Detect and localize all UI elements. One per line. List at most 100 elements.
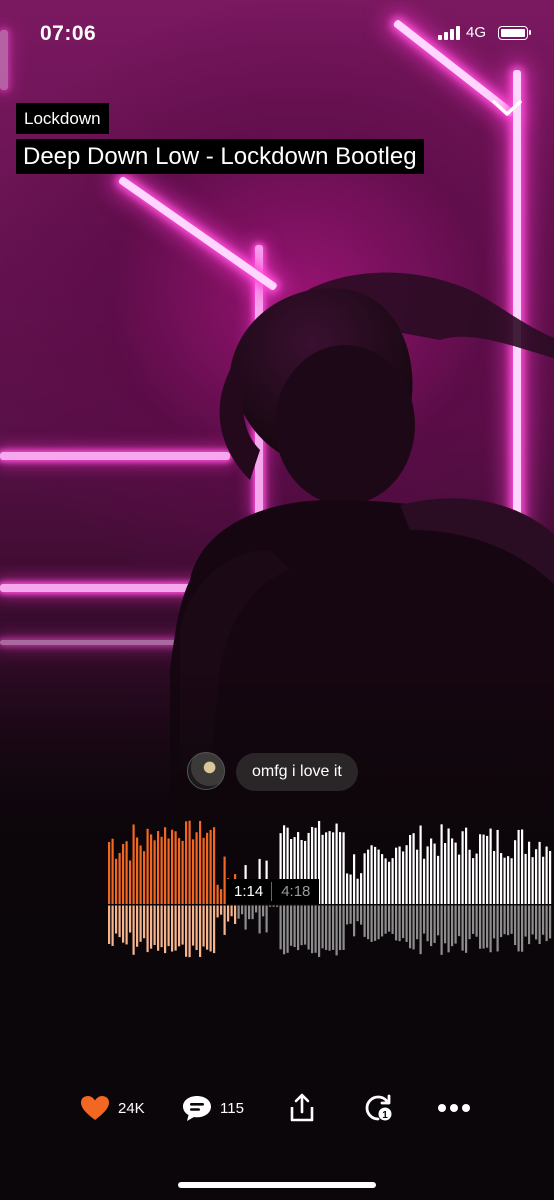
waveform-bar	[367, 849, 370, 904]
waveform-bar	[164, 827, 167, 904]
waveform-reflection-bar	[276, 905, 279, 907]
waveform-bar	[129, 860, 132, 904]
waveform-bar	[199, 820, 202, 904]
waveform-reflection-bar	[444, 905, 447, 944]
waveform-reflection-bar	[391, 905, 394, 934]
waveform-bar	[206, 832, 209, 904]
waveform-bar	[430, 838, 433, 904]
waveform-reflection-bar	[405, 905, 408, 942]
waveform-reflection-bar	[178, 905, 181, 947]
waveform-bar	[356, 878, 359, 904]
waveform-reflection-bar	[132, 905, 135, 955]
waveform-reflection-bar	[185, 905, 188, 957]
waveform-bar	[321, 834, 324, 904]
waveform-reflection-bar	[524, 905, 527, 937]
waveform-reflection-bar	[223, 905, 226, 935]
waveform-reflection-bar	[171, 905, 174, 952]
waveform-reflection-bar	[227, 905, 230, 922]
heart-icon	[81, 1096, 109, 1120]
signal-icon	[438, 26, 460, 40]
waveform-bar	[342, 832, 345, 904]
waveform-bar	[363, 853, 366, 904]
waveform-bar	[444, 843, 447, 904]
waveform-bar	[111, 838, 114, 904]
waveform-bar	[493, 850, 496, 904]
like-button[interactable]: 24K	[80, 1088, 145, 1128]
waveform-bar	[181, 840, 184, 904]
waveform-reflection-bar	[307, 905, 310, 950]
waveform-bar	[220, 889, 223, 904]
waveform-bar	[167, 838, 170, 904]
waveform-bar	[545, 846, 548, 904]
waveform-reflection-bar	[220, 905, 223, 915]
waveform-reflection-bar	[374, 905, 377, 941]
waveform-bar	[381, 854, 384, 904]
chevron-down-icon[interactable]	[490, 96, 524, 120]
waveform-bar	[374, 846, 377, 904]
waveform-reflection-bar	[370, 905, 373, 942]
waveform-reflection-bar	[209, 905, 212, 952]
waveform-bar	[384, 858, 387, 904]
waveform-bar	[510, 858, 513, 904]
waveform-reflection-bar	[346, 905, 349, 925]
comments-button[interactable]: 115	[182, 1088, 244, 1128]
waveform-bar	[461, 831, 464, 904]
comment-count: 115	[220, 1099, 244, 1117]
waveform-bar	[405, 845, 408, 904]
waveform-bar	[524, 853, 527, 904]
more-options-button[interactable]	[437, 1088, 471, 1128]
comment-bubble[interactable]: omfg i love it	[236, 753, 358, 791]
waveform-reflection-bar	[272, 905, 275, 907]
comment-avatar[interactable]	[187, 752, 225, 790]
waveform-reflection-bar	[255, 905, 258, 913]
waveform-reflection-bar	[202, 905, 205, 947]
waveform-reflection-bar	[475, 905, 478, 937]
share-button[interactable]	[289, 1088, 315, 1128]
status-bar: 07:06 4G	[0, 0, 554, 66]
action-bar: 24K 115 1	[0, 1088, 554, 1128]
waveform-bar	[465, 827, 468, 904]
waveform-reflection-bar	[507, 905, 510, 936]
waveform-bar	[419, 825, 422, 904]
waveform-reflection-bar	[468, 905, 471, 940]
waveform-scrubber[interactable]	[108, 812, 554, 962]
waveform-reflection-bar	[538, 905, 541, 944]
waveform-reflection-bar	[416, 905, 419, 940]
waveform-bar	[489, 828, 492, 904]
waveform-bar	[360, 873, 363, 904]
waveform-reflection-bar	[286, 905, 289, 953]
artist-name[interactable]: Lockdown	[16, 103, 109, 134]
waveform-reflection-bar	[325, 905, 328, 950]
waveform-bar	[412, 833, 415, 904]
svg-text:1: 1	[382, 1110, 388, 1121]
waveform-reflection-bar	[206, 905, 209, 950]
home-indicator[interactable]	[178, 1182, 376, 1188]
waveform-bar	[377, 849, 380, 904]
waveform-reflection-bar	[139, 905, 142, 942]
waveform-reflection-bar	[230, 905, 233, 917]
waveform-reflection-bar	[279, 905, 282, 950]
waveform-reflection-bar	[517, 905, 520, 952]
waveform-bar	[136, 837, 139, 904]
waveform-bar	[458, 854, 461, 904]
waveform-reflection-bar	[115, 905, 118, 934]
waveform-reflection-bar	[251, 905, 254, 920]
waveform-reflection-bar	[472, 905, 475, 934]
waveform-reflection-bar	[388, 905, 391, 932]
waveform-reflection-bar	[486, 905, 489, 948]
waveform-reflection-bar	[356, 905, 359, 922]
waveform-reflection-bar	[258, 905, 261, 934]
waveform-reflection-bar	[199, 905, 202, 957]
waveform-reflection-bar	[360, 905, 363, 925]
waveform-reflection-bar	[398, 905, 401, 942]
waveform-bar	[423, 858, 426, 904]
waveform-reflection-bar	[181, 905, 184, 945]
waveform-reflection-bar	[160, 905, 163, 948]
repost-button[interactable]: 1	[364, 1088, 394, 1128]
waveform-reflection-bar	[248, 905, 251, 920]
waveform-reflection-bar	[136, 905, 139, 947]
waveform-bar	[500, 853, 503, 904]
battery-icon	[498, 26, 531, 40]
repost-icon: 1	[365, 1094, 392, 1121]
waveform-reflection-bar	[535, 905, 538, 940]
